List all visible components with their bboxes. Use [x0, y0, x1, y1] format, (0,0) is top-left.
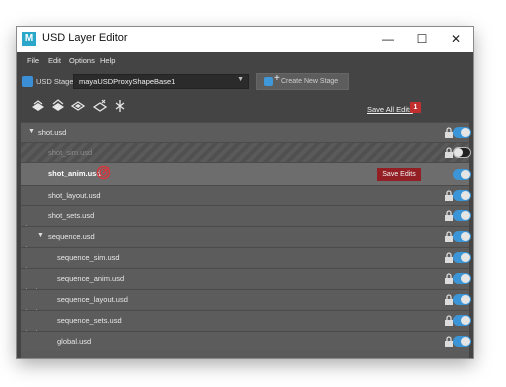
visibility-toggle[interactable] [453, 190, 471, 201]
layer-row[interactable]: shot_sim.usd [21, 142, 471, 162]
layer-toolbar: Save All Edits 1 [17, 97, 473, 121]
save-edits-button[interactable]: Save Edits [377, 168, 421, 181]
layer-name: shot_layout.usd [48, 191, 101, 200]
save-all-edits-link[interactable]: Save All Edits [367, 105, 413, 114]
menu-options[interactable]: Options [69, 56, 95, 65]
visibility-toggle[interactable] [453, 210, 471, 221]
visibility-toggle[interactable] [453, 231, 471, 242]
menu-help[interactable]: Help [100, 56, 115, 65]
stage-select-value: mayaUSDProxyShapeBase1 [79, 77, 176, 86]
layer-name: sequence_sim.usd [57, 253, 120, 262]
menu-bar: File Edit Options Help [17, 52, 473, 71]
add-layer-icon[interactable] [31, 99, 45, 113]
layer-name: sequence_anim.usd [57, 274, 125, 283]
stage-select[interactable]: mayaUSDProxyShapeBase1 ▼ [73, 74, 249, 89]
visibility-toggle[interactable] [453, 315, 471, 326]
layer-row[interactable]: ▼ sequence.usd [21, 226, 471, 246]
layer-row[interactable]: sequence_layout.usd [21, 289, 471, 309]
expand-arrow-icon[interactable]: ▼ [28, 128, 35, 135]
menu-file[interactable]: File [27, 56, 39, 65]
layer-row[interactable]: shot_sets.usd [21, 205, 471, 225]
maximize-button[interactable]: ☐ [405, 27, 439, 52]
layer-row-selected[interactable]: shot_anim.usd Save Edits [21, 162, 471, 185]
layer-tree: ▼ shot.usd shot_sim.usd shot_anim.usd Sa… [21, 122, 471, 358]
layer-name: sequence_layout.usd [57, 295, 128, 304]
layer-row[interactable]: sequence_sets.usd [21, 310, 471, 330]
layer-row[interactable]: ▼ shot.usd [21, 122, 471, 142]
sublayer-icon[interactable] [71, 99, 85, 113]
layer-editor-window: M USD Layer Editor — ☐ ✕ File Edit Optio… [17, 27, 473, 358]
visibility-toggle[interactable] [453, 127, 471, 138]
unsaved-count-badge: 1 [410, 102, 421, 113]
layer-name: sequence.usd [48, 232, 95, 241]
visibility-toggle[interactable] [453, 147, 471, 158]
layer-name: sequence_sets.usd [57, 316, 122, 325]
layer-name: shot.usd [38, 128, 67, 137]
layer-row[interactable]: sequence_anim.usd [21, 268, 471, 288]
window-title: USD Layer Editor [42, 32, 128, 44]
layer-name: global.usd [57, 337, 92, 346]
minimize-button[interactable]: — [371, 27, 405, 52]
layer-row[interactable]: shot_layout.usd [21, 185, 471, 205]
chevron-down-icon: ▼ [237, 76, 244, 83]
layer-row[interactable]: sequence_sim.usd [21, 247, 471, 267]
usd-stage-icon [264, 77, 273, 86]
stage-bar: USD Stage: mayaUSDProxyShapeBase1 ▼ + Cr… [17, 71, 473, 95]
layer-row[interactable]: global.usd [21, 331, 471, 351]
layer-name: shot_anim.usd [48, 169, 101, 178]
title-bar: M USD Layer Editor — ☐ ✕ [17, 27, 473, 52]
visibility-toggle[interactable] [453, 273, 471, 284]
load-layer-icon[interactable] [51, 99, 65, 113]
layer-name: shot_sim.usd [48, 148, 93, 157]
visibility-toggle[interactable] [453, 294, 471, 305]
close-button[interactable]: ✕ [439, 27, 473, 52]
layer-name: shot_sets.usd [48, 211, 95, 220]
maya-app-icon: M [22, 32, 36, 46]
create-new-stage-button[interactable]: + Create New Stage [256, 73, 349, 90]
stage-label: USD Stage: [36, 77, 76, 86]
menu-edit[interactable]: Edit [48, 56, 61, 65]
visibility-toggle[interactable] [453, 252, 471, 263]
merge-icon[interactable] [113, 99, 127, 113]
visibility-toggle[interactable] [453, 169, 471, 180]
plus-icon: + [274, 73, 280, 84]
edit-target-icon [96, 165, 111, 180]
usd-stage-icon [22, 76, 33, 87]
expand-arrow-icon[interactable]: ▼ [37, 232, 44, 239]
insert-layer-icon[interactable] [93, 99, 107, 113]
create-new-stage-label: Create New Stage [281, 78, 339, 85]
visibility-toggle[interactable] [453, 336, 471, 347]
